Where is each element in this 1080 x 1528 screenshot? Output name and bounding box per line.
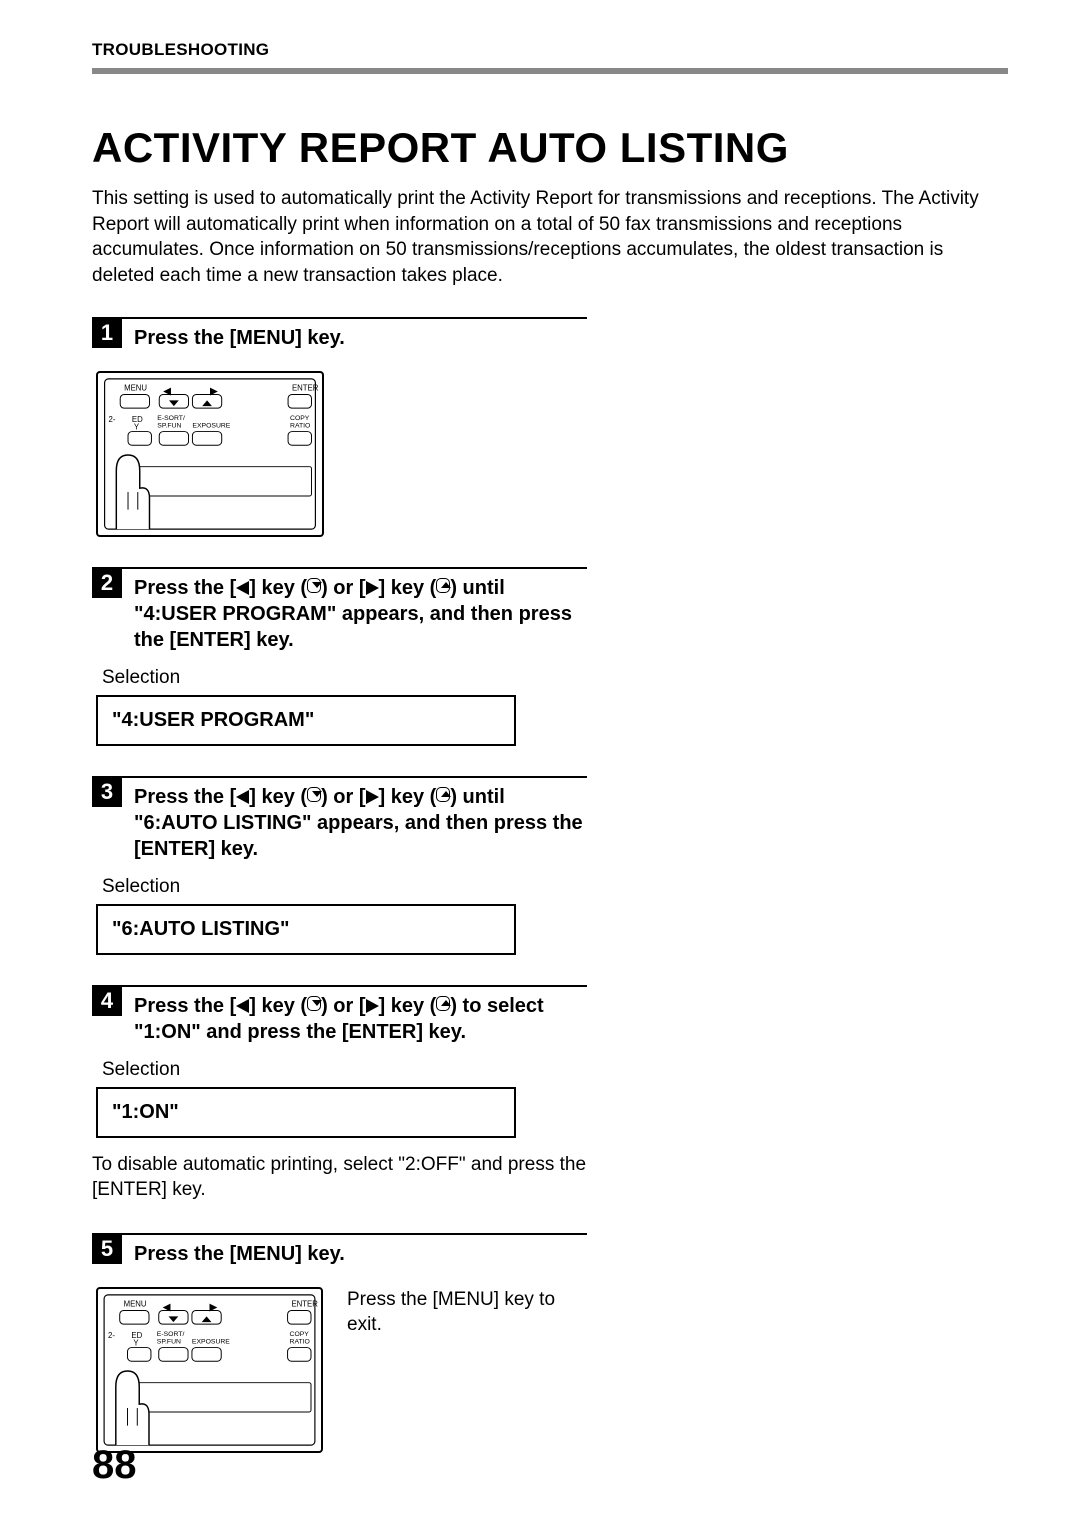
step-note: To disable automatic printing, select "2… <box>92 1152 587 1203</box>
right-arrow-icon <box>366 999 379 1013</box>
svg-text:Y: Y <box>133 1338 139 1347</box>
step-3: 3 Press the [] key () or [] key () until… <box>92 776 587 955</box>
page-number: 88 <box>92 1443 137 1488</box>
step-title: Press the [MENU] key. <box>122 319 345 357</box>
left-arrow-icon <box>236 999 249 1013</box>
page-title: ACTIVITY REPORT AUTO LISTING <box>92 124 1008 172</box>
svg-text:MENU: MENU <box>124 383 147 392</box>
svg-text:Y: Y <box>134 422 140 431</box>
svg-text:SP.FUN: SP.FUN <box>157 422 181 429</box>
svg-text:2-: 2- <box>109 414 116 423</box>
selection-label: Selection <box>102 667 587 689</box>
step-title: Press the [] key () or [] key () until "… <box>122 569 587 659</box>
step-number: 5 <box>92 1234 122 1264</box>
step-title: Press the [MENU] key. <box>122 1235 345 1273</box>
intro-text: This setting is used to automatically pr… <box>92 186 1008 289</box>
right-arrow-icon <box>366 790 379 804</box>
step-1: 1 Press the [MENU] key. MENU ENTER 2- ED… <box>92 317 587 537</box>
step-number: 1 <box>92 318 122 348</box>
selection-display: "1:ON" <box>96 1087 516 1138</box>
step-number: 4 <box>92 986 122 1016</box>
svg-text:MENU: MENU <box>124 1299 147 1308</box>
svg-text:EXPOSURE: EXPOSURE <box>192 422 230 429</box>
down-key-icon <box>307 578 321 593</box>
left-arrow-icon <box>236 581 249 595</box>
svg-text:SP.FUN: SP.FUN <box>157 1338 181 1345</box>
step-4: 4 Press the [] key () or [] key () to se… <box>92 985 587 1203</box>
down-key-icon <box>307 996 321 1011</box>
down-key-icon <box>307 787 321 802</box>
control-panel-illustration: MENU ENTER 2- ED Y E-SORT/ SP.FUN EXPOSU… <box>96 371 324 537</box>
svg-text:COPY: COPY <box>290 414 310 421</box>
selection-label: Selection <box>102 1059 587 1081</box>
selection-display: "6:AUTO LISTING" <box>96 904 516 955</box>
svg-text:RATIO: RATIO <box>290 1338 310 1345</box>
step-2: 2 Press the [] key () or [] key () until… <box>92 567 587 746</box>
chapter-label: TROUBLESHOOTING <box>92 40 269 60</box>
left-arrow-icon <box>236 790 249 804</box>
step-title: Press the [] key () or [] key () to sele… <box>122 987 587 1051</box>
right-arrow-icon <box>366 581 379 595</box>
up-key-icon <box>436 578 450 593</box>
control-panel-illustration: MENU ENTER 2- ED Y E-SORT/ SP.FUN EXPOSU… <box>96 1287 323 1453</box>
svg-text:2-: 2- <box>108 1331 115 1340</box>
step-title: Press the [] key () or [] key () until "… <box>122 778 587 868</box>
svg-text:E-SORT/: E-SORT/ <box>157 1331 185 1338</box>
selection-display: "4:USER PROGRAM" <box>96 695 516 746</box>
step-number: 3 <box>92 777 122 807</box>
svg-text:EXPOSURE: EXPOSURE <box>192 1338 230 1345</box>
exit-text: Press the [MENU] key to exit. <box>347 1287 587 1338</box>
step-number: 2 <box>92 568 122 598</box>
step-5: 5 Press the [MENU] key. MENU ENTER 2- ED… <box>92 1233 587 1453</box>
selection-label: Selection <box>102 876 587 898</box>
svg-text:E-SORT/: E-SORT/ <box>157 414 185 421</box>
svg-text:RATIO: RATIO <box>290 422 310 429</box>
svg-text:ENTER: ENTER <box>291 1299 318 1308</box>
svg-text:ENTER: ENTER <box>292 383 319 392</box>
up-key-icon <box>436 787 450 802</box>
up-key-icon <box>436 996 450 1011</box>
svg-text:COPY: COPY <box>290 1331 310 1338</box>
header-divider <box>92 68 1008 74</box>
